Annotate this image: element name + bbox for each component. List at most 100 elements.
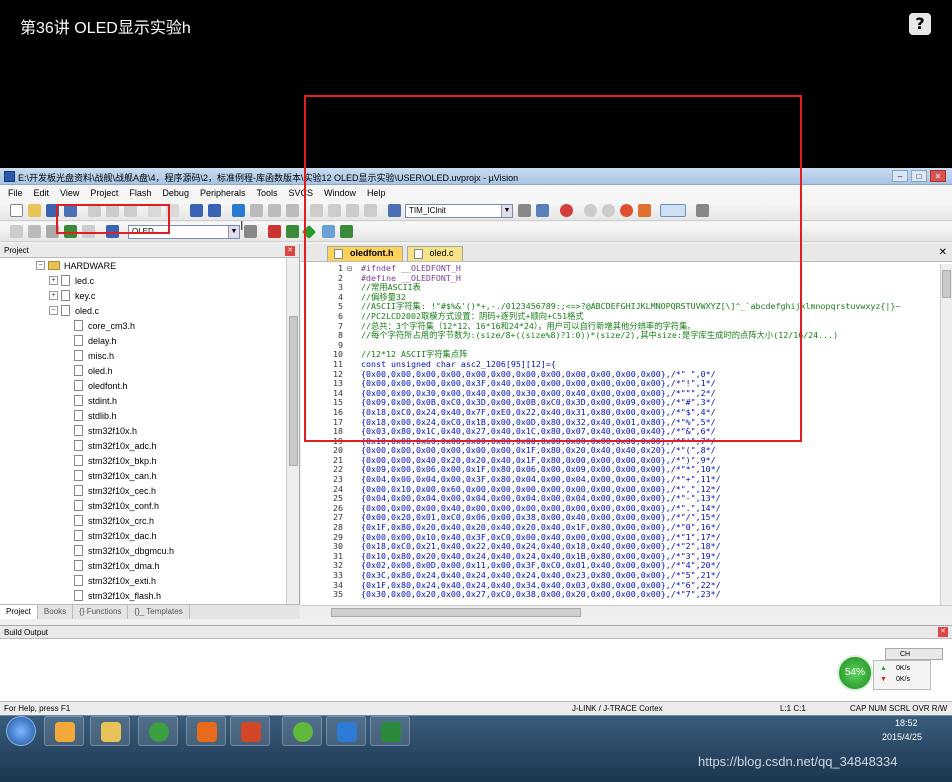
tree-item[interactable]: stdint.h [62,393,117,408]
taskbar-app-ie[interactable] [138,716,178,746]
close-icon[interactable]: ✕ [938,627,948,637]
nav-forward-icon[interactable] [208,204,221,217]
taskbar-app-powerpoint[interactable] [230,716,270,746]
tree-item[interactable]: core_cm3.h [62,318,135,333]
tree-item[interactable]: stm32f10x_dac.h [62,528,157,543]
menu-item-edit[interactable]: Edit [34,188,50,198]
bookmark-icon[interactable] [232,204,245,217]
memory-gauge[interactable]: 54% [837,655,873,691]
fold-marker[interactable] [347,456,361,466]
tree-item[interactable]: stm32f10x_exti.h [62,573,156,588]
tree-item[interactable]: − oled.c [49,303,99,318]
panel-tab[interactable]: {} Functions [73,605,129,619]
tree-item[interactable]: stm32f10x.h [62,423,137,438]
tray-date[interactable]: 2015/4/25 [882,732,922,742]
tree-item[interactable]: delay.h [62,333,116,348]
tree-item[interactable]: + key.c [49,288,95,303]
editor-hscroll[interactable] [301,605,952,619]
nav-back-icon[interactable] [190,204,203,217]
translate-icon[interactable] [10,225,23,238]
tree-item[interactable]: + led.c [49,273,94,288]
select-packs-icon[interactable] [286,225,299,238]
fold-marker[interactable] [347,533,361,543]
fold-marker[interactable] [347,485,361,495]
fold-marker[interactable] [347,590,361,600]
tree-item[interactable]: stdlib.h [62,408,117,423]
tree-item[interactable]: oledfont.h [62,378,128,393]
tree-item[interactable]: stm32f10x_can.h [62,468,157,483]
fold-marker[interactable] [347,542,361,552]
close-icon[interactable]: ✕ [930,170,946,182]
file-icon [74,575,83,586]
panel-tab[interactable]: Books [38,605,74,619]
project-scrollbar[interactable] [286,258,299,604]
taskbar-app-recorder[interactable] [282,716,322,746]
scrollbar-thumb[interactable] [289,316,298,466]
collapse-icon[interactable]: − [36,261,45,270]
tree-item[interactable]: stm32f10x_flash.h [62,588,161,603]
menu-item-tools[interactable]: Tools [256,188,277,198]
tree-item[interactable]: stm32f10x_dma.h [62,558,160,573]
manage-components-icon[interactable] [268,225,281,238]
bookmark-clear-icon[interactable] [286,204,299,217]
tree-item[interactable]: stm32f10x_adc.h [62,438,157,453]
menu-item-view[interactable]: View [60,188,79,198]
taskbar-app-explorer[interactable] [90,716,130,746]
scrollbar-thumb[interactable] [942,270,951,298]
tree-item[interactable]: misc.h [62,348,114,363]
bookmark-next-icon[interactable] [268,204,281,217]
tree-item[interactable]: oled.h [62,363,113,378]
file-icon [74,410,83,421]
new-file-icon[interactable] [10,204,23,217]
fold-marker[interactable] [347,561,361,571]
taskbar-app-keil[interactable] [370,716,410,746]
tree-item[interactable]: stm32f10x_cec.h [62,483,156,498]
fold-marker[interactable] [347,465,361,475]
chevron-down-icon[interactable]: ▼ [228,226,239,238]
menu-item-flash[interactable]: Flash [129,188,151,198]
expand-icon[interactable]: + [49,291,58,300]
taskbar-app-network[interactable] [326,716,366,746]
fold-marker[interactable] [347,504,361,514]
build-output-panel: Build Output ✕ [0,625,952,703]
fold-marker[interactable] [347,552,361,562]
tree-item[interactable]: − HARDWARE [36,258,116,273]
fold-marker[interactable] [347,571,361,581]
menu-item-debug[interactable]: Debug [162,188,189,198]
fold-marker[interactable] [347,523,361,533]
collapse-icon[interactable]: − [49,306,58,315]
maximize-icon[interactable]: □ [911,170,927,182]
file-icon [74,590,83,601]
close-icon[interactable]: ✕ [285,246,295,256]
editor-vscroll[interactable] [940,264,952,605]
fold-marker[interactable] [347,446,361,456]
tree-item[interactable]: stm32f10x_bkp.h [62,453,157,468]
menu-item-file[interactable]: File [8,188,23,198]
panel-tab[interactable]: {}_ Templates [128,605,190,619]
taskbar-app-foxit[interactable] [186,716,226,746]
tree-item[interactable]: stm32f10x_dbgmcu.h [62,543,174,558]
bookmark-prev-icon[interactable] [250,204,263,217]
menu-item-peripherals[interactable]: Peripherals [200,188,246,198]
scrollbar-thumb[interactable] [331,608,581,617]
question-icon[interactable]: ? [909,13,931,35]
open-folder-icon[interactable] [28,204,41,217]
minimize-icon[interactable]: – [892,170,908,182]
tray-time[interactable]: 18:52 [895,718,918,728]
start-button[interactable] [6,716,36,746]
build-output-title: Build Output [4,628,49,637]
fold-marker[interactable] [347,494,361,504]
expand-icon[interactable]: + [49,276,58,285]
fold-marker[interactable] [347,513,361,523]
ime-indicator[interactable]: CH [885,648,943,660]
close-icon[interactable]: ✕ [939,247,947,258]
tree-item[interactable]: stm32f10x_crc.h [62,513,154,528]
tree-item[interactable]: stm32f10x_conf.h [62,498,159,513]
build-icon[interactable] [28,225,41,238]
taskbar-app-qq[interactable] [44,716,84,746]
menu-item-project[interactable]: Project [90,188,118,198]
fold-marker[interactable] [347,581,361,591]
panel-tab[interactable]: Project [0,605,38,619]
target-options-icon[interactable] [244,225,257,238]
fold-marker[interactable] [347,475,361,485]
